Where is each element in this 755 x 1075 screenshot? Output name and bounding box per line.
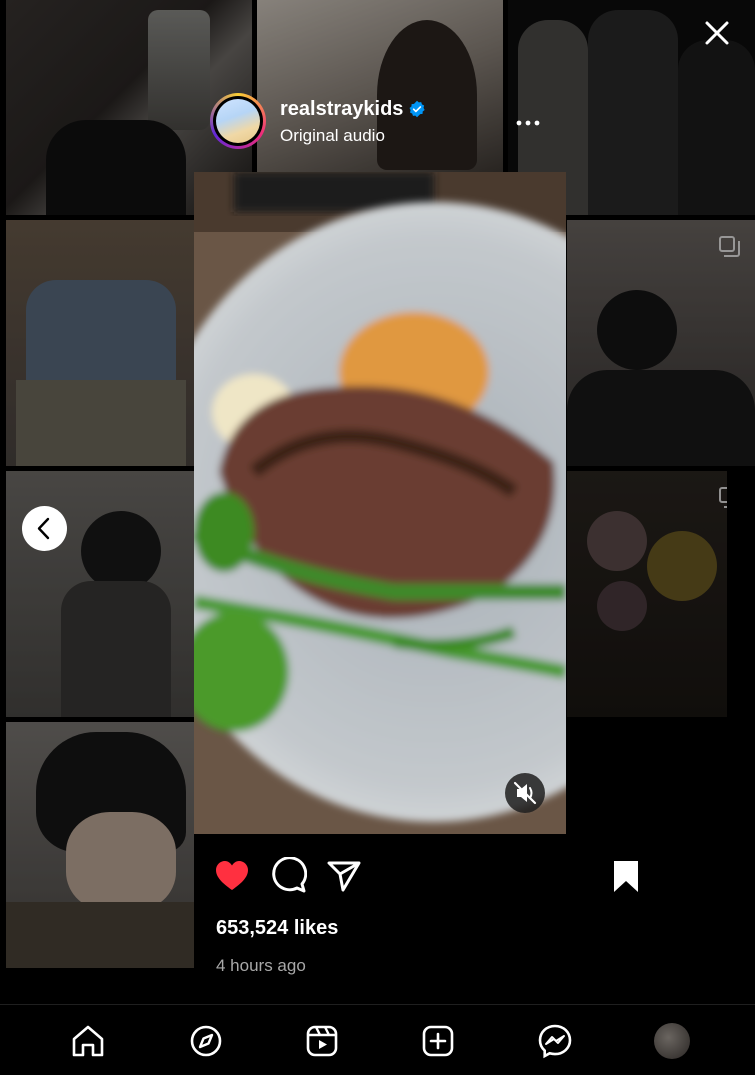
- previous-post-button[interactable]: [22, 506, 67, 551]
- profile-avatar[interactable]: [654, 1023, 690, 1059]
- post-media[interactable]: [194, 172, 566, 834]
- explore-icon[interactable]: [188, 1023, 224, 1059]
- post-header: realstraykids Original audio: [210, 93, 550, 151]
- mute-toggle[interactable]: [505, 773, 545, 813]
- comment-icon[interactable]: [269, 857, 307, 895]
- grid-thumbnail[interactable]: [567, 220, 755, 466]
- grid-thumbnail[interactable]: [6, 722, 194, 968]
- messenger-icon[interactable]: [537, 1023, 573, 1059]
- grid-thumbnail[interactable]: [567, 471, 727, 717]
- username[interactable]: realstraykids: [280, 98, 403, 121]
- muted-speaker-icon: [513, 781, 537, 805]
- close-icon[interactable]: [702, 18, 732, 48]
- verified-badge-icon: [409, 100, 425, 118]
- heart-filled-icon[interactable]: [213, 857, 251, 895]
- reels-icon[interactable]: [304, 1023, 340, 1059]
- bottom-tab-bar: [0, 1004, 755, 1075]
- chevron-left-icon: [37, 517, 50, 540]
- avatar[interactable]: [210, 93, 266, 149]
- bookmark-filled-icon[interactable]: [607, 857, 645, 895]
- likes-count[interactable]: 653,524 likes: [216, 917, 338, 940]
- home-icon[interactable]: [70, 1023, 106, 1059]
- more-icon[interactable]: [515, 110, 541, 136]
- create-icon[interactable]: [420, 1023, 456, 1059]
- send-icon[interactable]: [325, 857, 363, 895]
- post-timestamp: 4 hours ago: [216, 956, 306, 975]
- grid-thumbnail[interactable]: [6, 220, 194, 466]
- audio-label[interactable]: Original audio: [280, 126, 385, 146]
- post-image: [194, 172, 566, 834]
